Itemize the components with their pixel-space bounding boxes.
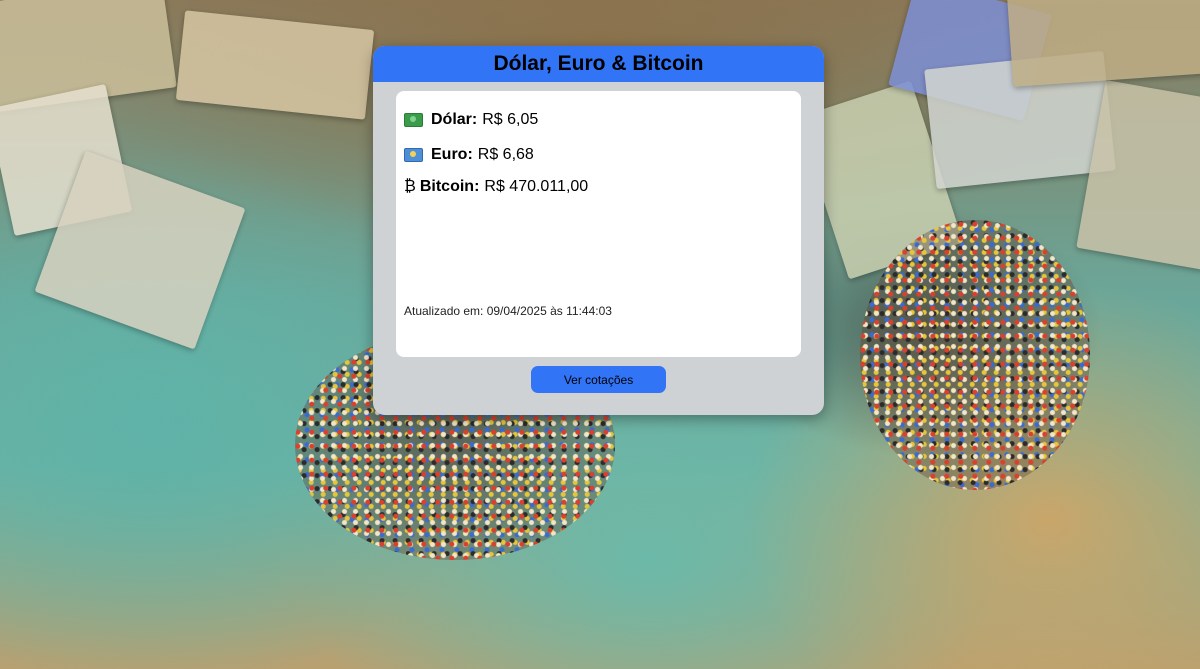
- view-rates-button[interactable]: Ver cotações: [531, 366, 666, 393]
- map-pins-decoration: [860, 220, 1090, 490]
- updated-timestamp: Atualizado em: 09/04/2025 às 11:44:03: [404, 304, 612, 318]
- rate-value: R$ 470.011,00: [484, 178, 589, 195]
- bitcoin-icon: ₿: [404, 178, 416, 195]
- banknote-decoration: [1007, 0, 1200, 87]
- rates-panel: Dólar: R$ 6,05 Euro: R$ 6,68 ₿ Bitcoin: …: [396, 91, 801, 357]
- banknote-decoration: [175, 10, 375, 120]
- rate-row-bitcoin: ₿ Bitcoin: R$ 470.011,00: [404, 178, 588, 196]
- dollar-banknote-icon: [404, 113, 423, 127]
- rate-label: Bitcoin:: [419, 178, 480, 195]
- euro-banknote-icon: [404, 148, 423, 162]
- rate-label: Euro:: [431, 146, 473, 163]
- card-title: Dólar, Euro & Bitcoin: [493, 52, 704, 75]
- rate-row-dollar: Dólar: R$ 6,05: [404, 111, 538, 129]
- card-header: Dólar, Euro & Bitcoin: [373, 46, 824, 82]
- currency-card: Dólar, Euro & Bitcoin Dólar: R$ 6,05 Eur…: [373, 46, 824, 415]
- rate-value: R$ 6,68: [477, 146, 534, 163]
- rate-value: R$ 6,05: [482, 111, 539, 128]
- rate-row-euro: Euro: R$ 6,68: [404, 146, 534, 164]
- rate-label: Dólar:: [431, 111, 478, 128]
